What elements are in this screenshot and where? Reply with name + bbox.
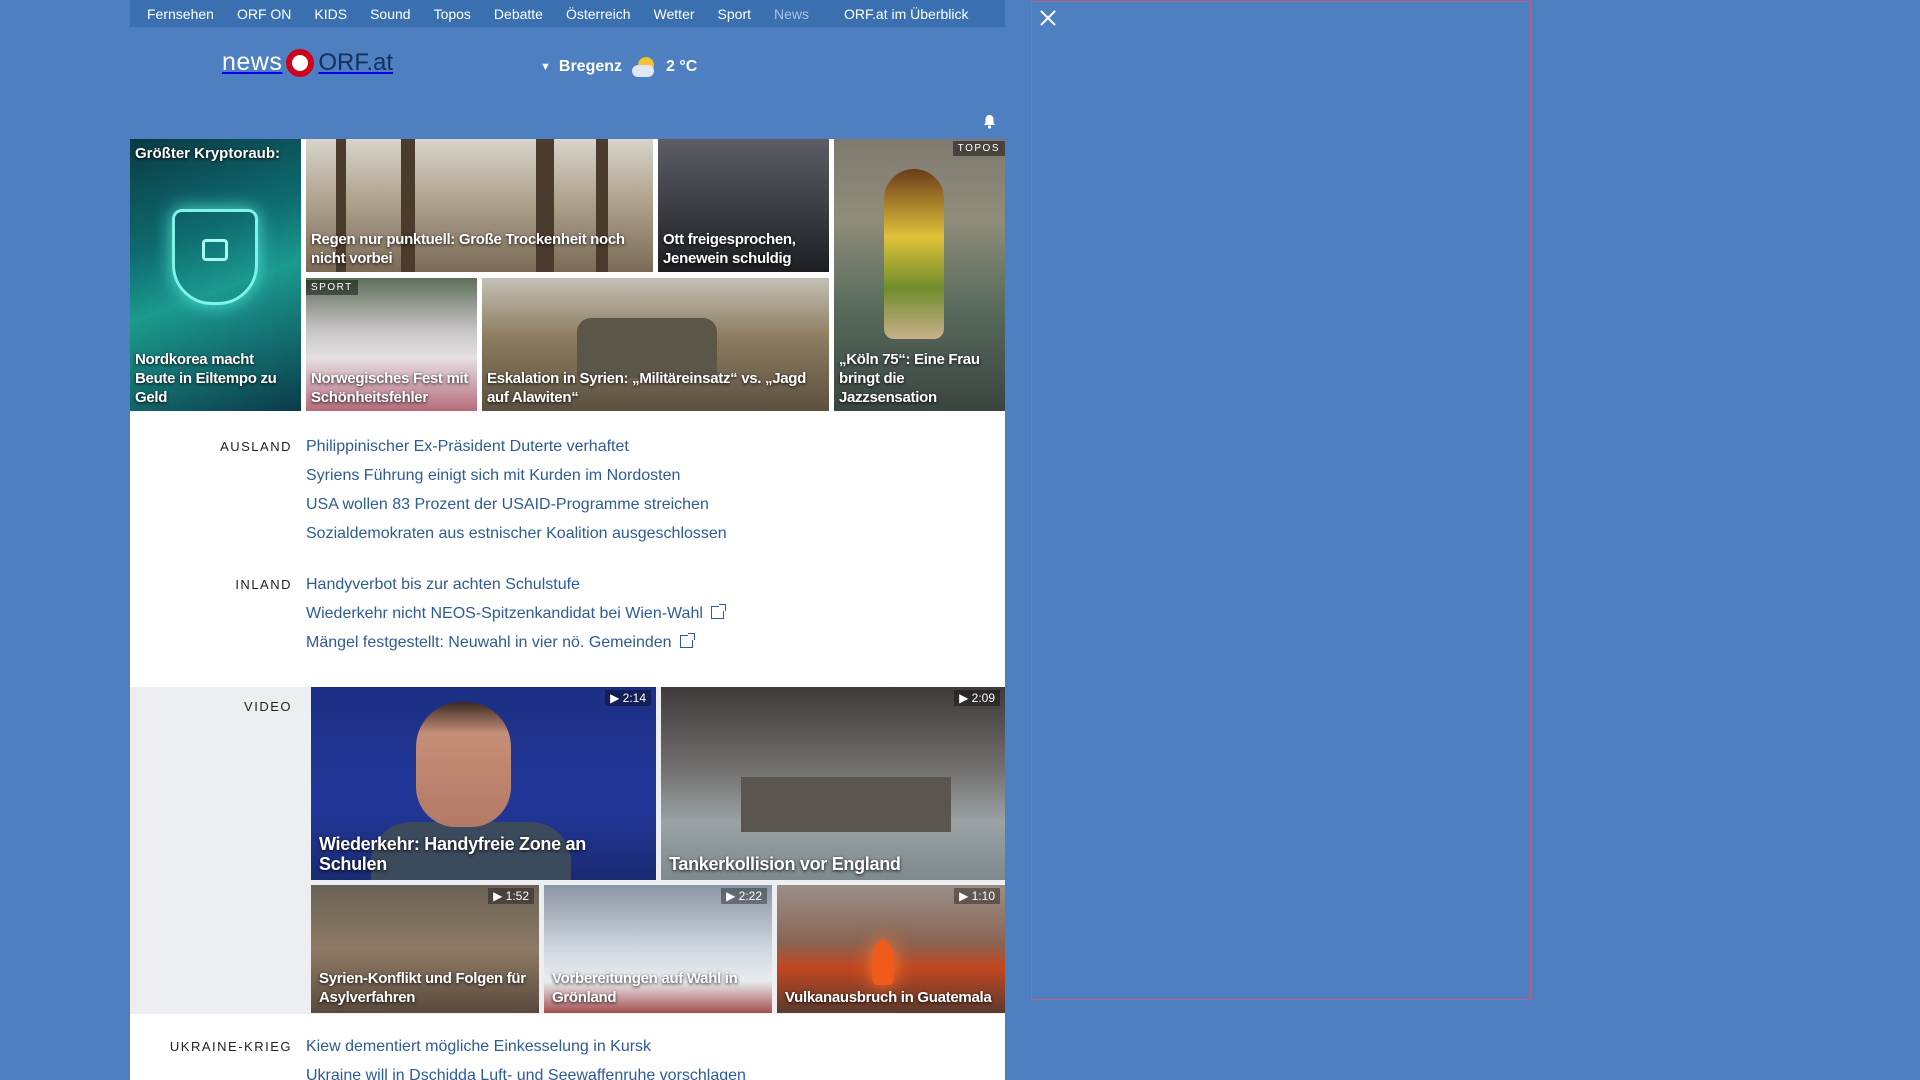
logo-orf-text: ORF.at: [318, 48, 394, 76]
video-duration: ▶ 2:09: [954, 690, 1000, 706]
video-duration: ▶ 1:52: [488, 888, 534, 904]
news-link[interactable]: Sozialdemokraten aus estnischer Koalitio…: [306, 525, 727, 542]
nav-fernsehen[interactable]: Fernsehen: [147, 6, 214, 22]
list-item: Handyverbot bis zur achten Schulstufe: [306, 574, 724, 594]
bell-icon[interactable]: [983, 114, 996, 129]
section-label: AUSLAND: [220, 439, 292, 454]
story-tile-drought[interactable]: Regen nur punktuell: Große Trockenheit n…: [306, 139, 653, 272]
logo-news-text: news: [222, 48, 283, 76]
nav-news[interactable]: News: [774, 6, 809, 22]
ad-panel: [1031, 1, 1531, 1000]
nav-oesterreich[interactable]: Österreich: [566, 6, 631, 22]
story-kicker: Größter Kryptoraub:: [135, 145, 281, 162]
sun-cloud-icon: [632, 55, 656, 79]
top-stories-grid: Größter Kryptoraub: Nordkorea macht Beut…: [130, 139, 1005, 411]
nav-wetter[interactable]: Wetter: [654, 6, 695, 22]
list-item: Mängel festgestellt: Neuwahl in vier nö.…: [306, 632, 724, 652]
video-tile[interactable]: ▶ 1:52 Syrien-Konflikt und Folgen für As…: [311, 885, 539, 1013]
video-duration: ▶ 2:22: [721, 888, 767, 904]
dropdown-triangle-icon: ▼: [540, 61, 551, 73]
video-title: Vulkanausbruch in Guatemala: [785, 989, 992, 1006]
video-tile[interactable]: ▶ 2:14 Wiederkehr: Handyfreie Zone an Sc…: [311, 687, 656, 880]
story-tile-koeln[interactable]: TOPOS „Köln 75“: Eine Frau bringt die Ja…: [834, 139, 1005, 411]
list-item: USA wollen 83 Prozent der USAID-Programm…: [306, 494, 727, 514]
video-tile[interactable]: ▶ 2:22 Vorbereitungen auf Wahl in Grönla…: [544, 885, 772, 1013]
news-orf-logo[interactable]: news ORF.at: [222, 48, 393, 77]
video-duration: ▶ 2:14: [605, 690, 651, 706]
weather-widget[interactable]: ▼ Bregenz 2 °C: [540, 55, 697, 79]
news-link[interactable]: Syriens Führung einigt sich mit Kurden i…: [306, 467, 680, 484]
external-link-icon: [710, 604, 726, 619]
lock-icon: [202, 239, 228, 261]
news-link[interactable]: Handyverbot bis zur achten Schulstufe: [306, 576, 580, 593]
story-caption: Eskalation in Syrien: „Militäreinsatz“ v…: [487, 370, 807, 406]
list-item: Syriens Führung einigt sich mit Kurden i…: [306, 465, 727, 485]
story-tile-ott[interactable]: Ott freigesprochen, Jenewein schuldig: [658, 139, 829, 272]
story-caption: Norwegisches Fest mit Schönheitsfehler: [311, 370, 469, 406]
orf-ring-icon: [286, 48, 315, 77]
list-item: Kiew dementiert mögliche Einkesselung in…: [306, 1036, 746, 1056]
lava-image: [872, 940, 894, 985]
nav-debatte[interactable]: Debatte: [494, 6, 543, 22]
story-tile-syria[interactable]: Eskalation in Syrien: „Militäreinsatz“ v…: [482, 278, 829, 411]
dancing-woman-image: [884, 169, 944, 339]
list-item: Sozialdemokraten aus estnischer Koalitio…: [306, 523, 727, 543]
list-item: Wiederkehr nicht NEOS-Spitzenkandidat be…: [306, 603, 726, 623]
nav-overview[interactable]: ORF.at im Überblick: [844, 6, 968, 22]
nav-topos[interactable]: Topos: [434, 6, 471, 22]
person-image: [416, 702, 511, 827]
list-item: Ukraine will in Dschidda Luft- und Seewa…: [306, 1065, 746, 1080]
news-list: Handyverbot bis zur achten Schulstufe Wi…: [306, 574, 726, 661]
close-icon[interactable]: [1036, 6, 1060, 30]
story-tile-crypto[interactable]: Größter Kryptoraub: Nordkorea macht Beut…: [130, 139, 301, 411]
video-title: Wiederkehr: Handyfreie Zone an Schulen: [319, 834, 586, 874]
nav-kids[interactable]: KIDS: [314, 6, 347, 22]
video-title: Syrien-Konflikt und Folgen für Asylverfa…: [319, 970, 526, 1006]
section-label: VIDEO: [244, 699, 292, 714]
news-link[interactable]: USA wollen 83 Prozent der USAID-Programm…: [306, 496, 709, 513]
section-label: INLAND: [235, 577, 292, 592]
weather-location: Bregenz: [558, 58, 623, 75]
external-link-icon: [679, 633, 695, 648]
video-tile[interactable]: ▶ 2:09 Tankerkollision vor England: [661, 687, 1005, 880]
nav-sport[interactable]: Sport: [718, 6, 751, 22]
category-tag: TOPOS: [952, 141, 1005, 156]
news-link[interactable]: Kiew dementiert mögliche Einkesselung in…: [306, 1038, 651, 1055]
video-title: Vorbereitungen auf Wahl in Grönland: [552, 970, 738, 1006]
video-tile[interactable]: ▶ 1:10 Vulkanausbruch in Guatemala: [777, 885, 1005, 1013]
video-title: Tankerkollision vor England: [669, 854, 901, 874]
story-caption: „Köln 75“: Eine Frau bringt die Jazzsens…: [839, 351, 980, 406]
weather-temperature: 2 °C: [666, 58, 698, 75]
news-link[interactable]: Wiederkehr nicht NEOS-Spitzenkandidat be…: [306, 605, 703, 622]
story-bar: [130, 104, 1005, 139]
news-link[interactable]: Mängel festgestellt: Neuwahl in vier nö.…: [306, 634, 672, 651]
site-header: news ORF.at ▼ Bregenz 2 °C: [130, 27, 1005, 103]
section-label: UKRAINE-KRIEG: [169, 1039, 292, 1054]
news-list: Philippinischer Ex-Präsident Duterte ver…: [306, 436, 727, 552]
news-link[interactable]: Philippinischer Ex-Präsident Duterte ver…: [306, 438, 629, 455]
main-content: Größter Kryptoraub: Nordkorea macht Beut…: [130, 104, 1005, 1080]
news-link[interactable]: Ukraine will in Dschidda Luft- und Seewa…: [306, 1067, 746, 1080]
top-navigation: Fernsehen ORF ON KIDS Sound Topos Debatt…: [130, 0, 1005, 27]
news-list: Kiew dementiert mögliche Einkesselung in…: [306, 1036, 746, 1080]
story-caption: Regen nur punktuell: Große Trockenheit n…: [311, 231, 625, 267]
story-tile-sport[interactable]: SPORT Norwegisches Fest mit Schönheitsfe…: [306, 278, 477, 411]
nav-orf-on[interactable]: ORF ON: [237, 6, 291, 22]
section-video: VIDEO ▶ 2:14 Wiederkehr: Handyfreie Zone…: [130, 687, 1005, 1014]
category-tag: SPORT: [306, 280, 358, 295]
list-item: Philippinischer Ex-Präsident Duterte ver…: [306, 436, 727, 456]
video-duration: ▶ 1:10: [954, 888, 1000, 904]
section-ausland: AUSLAND Philippinischer Ex-Präsident Dut…: [130, 411, 1005, 552]
nav-sound[interactable]: Sound: [370, 6, 410, 22]
section-inland: INLAND Handyverbot bis zur achten Schuls…: [130, 552, 1005, 661]
ship-image: [741, 777, 951, 832]
story-caption: Nordkorea macht Beute in Eiltempo zu Gel…: [135, 351, 277, 406]
story-caption: Ott freigesprochen, Jenewein schuldig: [663, 231, 796, 267]
